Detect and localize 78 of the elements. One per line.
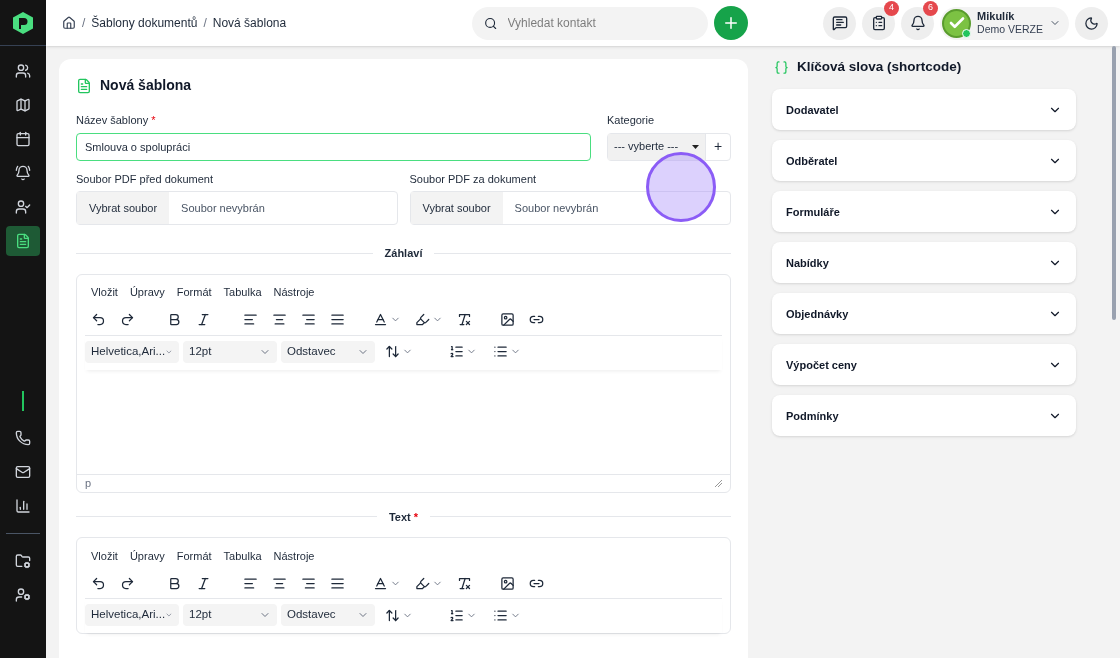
breadcrumb-link[interactable]: Šablony dokumentů bbox=[91, 14, 198, 32]
braces-icon bbox=[774, 59, 789, 75]
menu-item[interactable]: Úpravy bbox=[129, 547, 165, 565]
bell-icon bbox=[909, 15, 926, 31]
name-field[interactable]: Smlouva o spolupráci bbox=[76, 132, 591, 161]
accordion-item[interactable]: Dodavatel bbox=[772, 89, 1076, 131]
user-name: Mikulík bbox=[977, 10, 1015, 23]
count-badge: 6 bbox=[923, 0, 939, 16]
accordion-item[interactable]: Objednávky bbox=[772, 293, 1076, 335]
bell-icon bbox=[15, 165, 31, 181]
message-icon bbox=[831, 15, 848, 31]
choose-file-button[interactable]: Vybrat soubor bbox=[410, 192, 503, 224]
accordion-item[interactable]: Podmínky bbox=[772, 395, 1076, 437]
search-field[interactable]: Vyhledat kontakt bbox=[472, 6, 709, 40]
moon-icon bbox=[1084, 15, 1099, 31]
search-icon bbox=[484, 15, 498, 31]
choose-file-button[interactable]: Vybrat soubor bbox=[77, 192, 170, 224]
menu-item[interactable]: Vložit bbox=[91, 284, 118, 301]
user-subtitle: Demo VERZE bbox=[977, 23, 1043, 36]
select-field[interactable]: Helvetica,Ari... bbox=[85, 604, 179, 626]
resize-handle-icon[interactable] bbox=[715, 479, 722, 487]
map-icon bbox=[15, 97, 31, 113]
users-icon bbox=[15, 63, 31, 79]
field-label: Název šablony * bbox=[76, 113, 157, 128]
calendar-icon bbox=[15, 131, 31, 147]
menu-item[interactable]: Tabulka bbox=[223, 284, 262, 301]
clipboard-icon bbox=[870, 15, 887, 31]
accordion-item[interactable]: Nabídky bbox=[772, 242, 1076, 284]
search-input[interactable]: Vyhledat kontakt bbox=[507, 14, 697, 32]
panel-title: Klíčová slova (shortcode) bbox=[797, 58, 962, 76]
section-heading: Záhlaví bbox=[384, 246, 423, 261]
logo-icon bbox=[12, 10, 34, 35]
accordion-item[interactable]: Odběratel bbox=[772, 140, 1076, 182]
menu-item[interactable]: Vložit bbox=[91, 547, 118, 565]
breadcrumb-separator: / bbox=[82, 15, 86, 32]
file-field[interactable]: Vybrat soubor Soubor nevybrán bbox=[76, 191, 398, 225]
user-gear-icon bbox=[15, 587, 31, 603]
menu-item[interactable]: Nástroje bbox=[273, 284, 315, 301]
menu-item[interactable]: Formát bbox=[176, 284, 212, 301]
menu-item[interactable]: Tabulka bbox=[223, 547, 262, 565]
breadcrumb-separator: / bbox=[203, 15, 207, 32]
select-field[interactable]: Odstavec bbox=[281, 604, 375, 626]
user-menu[interactable]: Mikulík Demo VERZE bbox=[940, 6, 1069, 40]
avatar bbox=[942, 8, 972, 38]
select-field[interactable]: Odstavec bbox=[281, 340, 375, 363]
sidebar-item[interactable] bbox=[6, 226, 40, 256]
field-label: Kategorie bbox=[607, 113, 656, 128]
document-icon bbox=[76, 77, 92, 94]
section-heading: Text * bbox=[388, 509, 419, 525]
phone-icon bbox=[15, 430, 31, 446]
mail-icon bbox=[15, 464, 31, 480]
accordion-item[interactable]: Výpočet ceny bbox=[772, 344, 1076, 386]
select-field[interactable]: 12pt bbox=[183, 340, 277, 363]
menu-item[interactable]: Úpravy bbox=[129, 284, 165, 301]
document-icon bbox=[15, 233, 31, 249]
tasks-button[interactable] bbox=[862, 6, 896, 40]
add-button[interactable] bbox=[714, 6, 749, 40]
element-path: p bbox=[85, 475, 92, 491]
messages-button[interactable] bbox=[823, 6, 857, 40]
menu-item[interactable]: Formát bbox=[176, 547, 212, 565]
count-badge: 4 bbox=[884, 0, 900, 16]
field-label: Soubor PDF před dokument bbox=[76, 171, 214, 187]
file-status: Soubor nevybrán bbox=[180, 200, 266, 216]
folder-gear-icon bbox=[15, 553, 31, 569]
file-field[interactable]: Vybrat soubor Soubor nevybrán bbox=[409, 191, 731, 225]
user-icon bbox=[15, 199, 31, 215]
breadcrumb-link[interactable]: Nová šablona bbox=[212, 14, 287, 32]
select-field[interactable]: 12pt bbox=[183, 604, 277, 626]
bar-chart-icon bbox=[15, 498, 31, 514]
file-status: Soubor nevybrán bbox=[513, 200, 600, 216]
home-icon[interactable] bbox=[62, 16, 76, 30]
select-field[interactable]: Helvetica,Ari... bbox=[85, 340, 179, 363]
menu-item[interactable]: Nástroje bbox=[273, 547, 315, 565]
accordion-item[interactable]: Formuláře bbox=[772, 191, 1076, 233]
notifications-button[interactable] bbox=[901, 6, 935, 40]
field-label: Soubor PDF za dokument bbox=[409, 171, 538, 187]
dark-mode-button[interactable] bbox=[1075, 6, 1108, 40]
form-title: Nová šablona bbox=[100, 76, 192, 95]
